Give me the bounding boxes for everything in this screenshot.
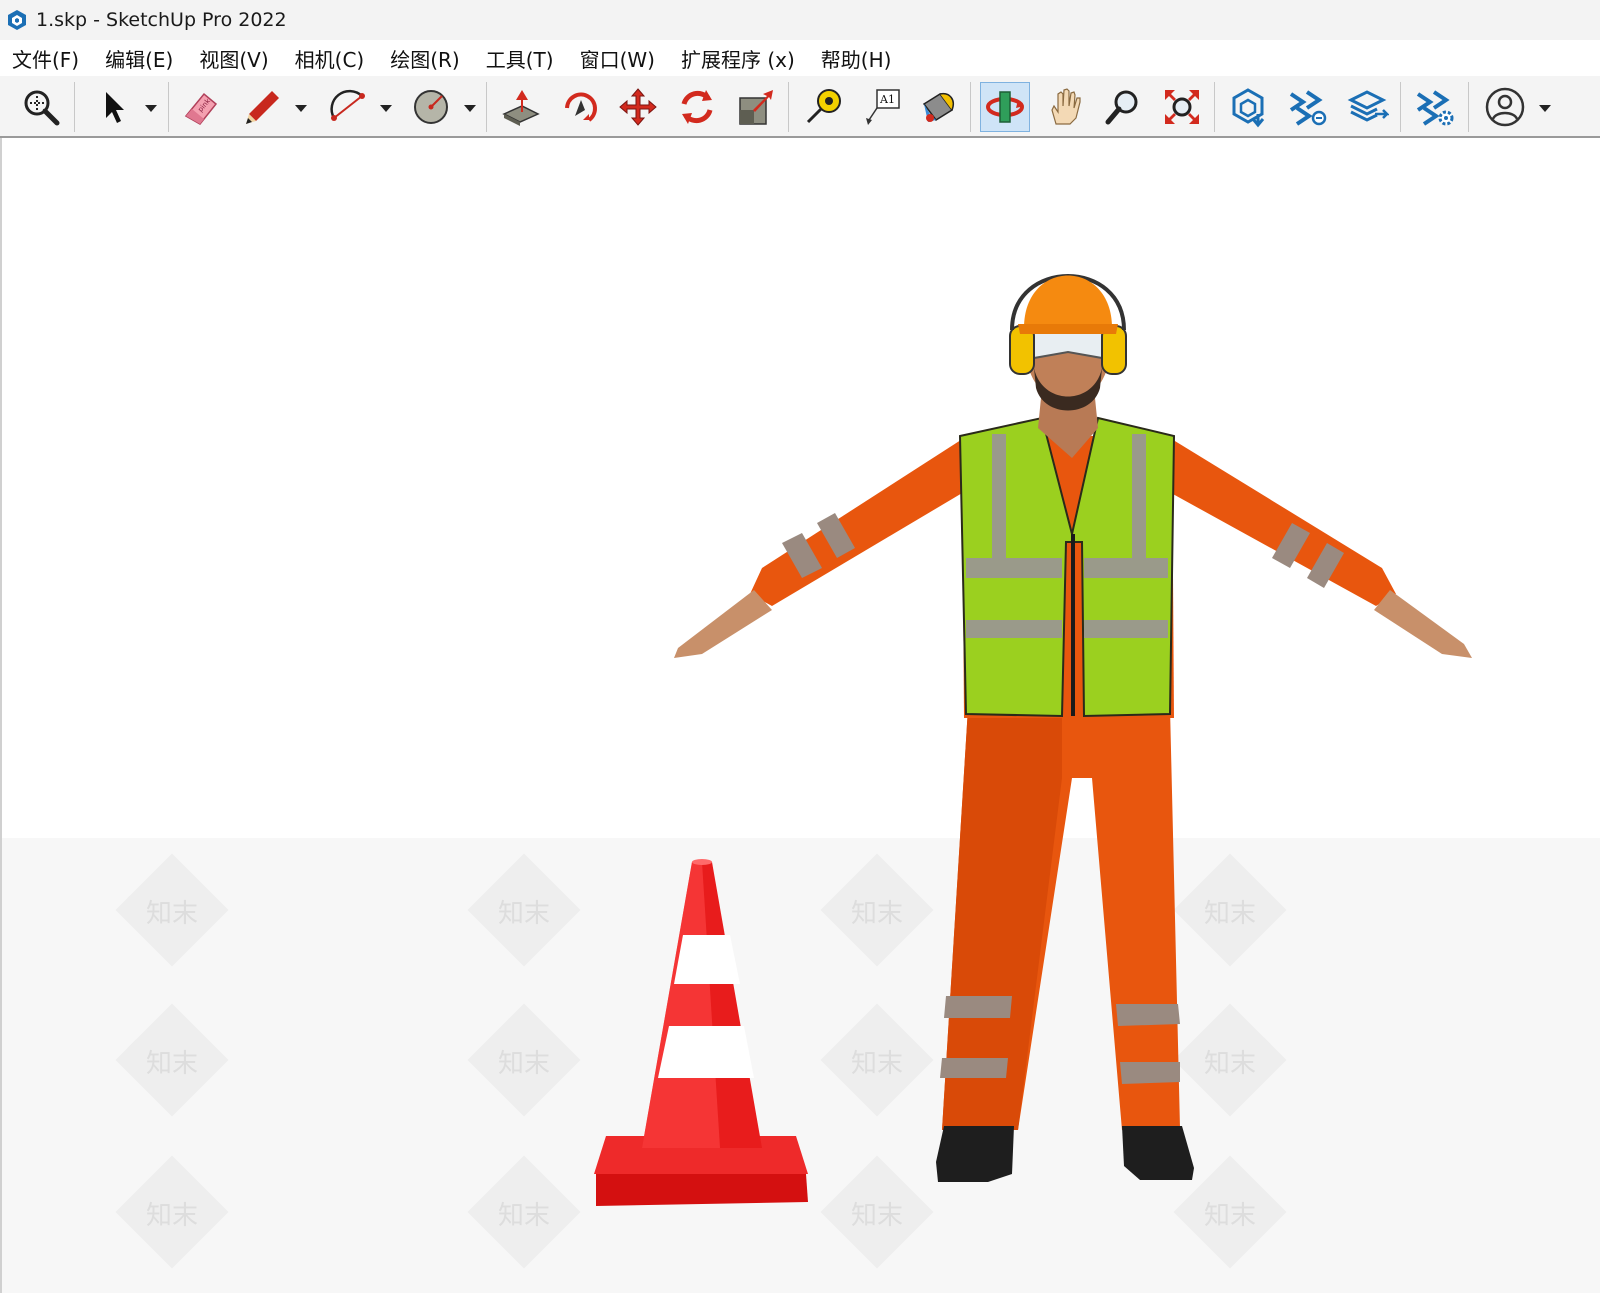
menu-camera[interactable]: 相机(C) [295,44,365,73]
toolbar-separator [486,82,487,132]
tape-measure-icon [806,89,841,124]
toolbar-separator [1400,82,1401,132]
circle-button[interactable] [406,82,456,132]
move-button[interactable] [613,82,663,132]
zoom-extents-button[interactable] [1157,82,1207,132]
sketchup-app-icon [8,10,26,30]
chevron-down-icon [380,105,392,112]
select-button[interactable] [88,82,138,132]
push-pull-button[interactable] [496,82,546,132]
move-icon [619,88,657,126]
menu-file[interactable]: 文件(F) [12,44,79,73]
rotate-icon [681,90,713,124]
rotate-button[interactable] [672,82,722,132]
chevron-down-icon [1539,105,1551,112]
model-viewport[interactable]: 知末 知末 知末 知末 知末 知末 知末 知末 知末 知末 知末 知末 [0,138,1600,1293]
orbit-icon [986,91,1024,123]
paint-bucket-icon [922,92,954,122]
traffic-cone[interactable] [594,859,808,1206]
arc-dropdown-arrow[interactable] [378,100,394,114]
zoom-window-icon [24,90,60,126]
warehouse-button[interactable] [1224,82,1274,132]
circle-icon [414,90,448,124]
eraser-button[interactable]: pink [176,82,226,132]
follow-me-button[interactable] [555,82,605,132]
follow-me-icon [565,92,597,122]
account-button[interactable] [1480,82,1530,132]
extension-warehouse-icon [1289,90,1327,126]
arc-button[interactable] [322,82,372,132]
chevron-down-icon [464,105,476,112]
eraser-icon: pink [184,92,218,125]
menu-edit[interactable]: 编辑(E) [105,44,173,73]
extension-manager-icon [1416,90,1454,126]
paint-bucket-button[interactable] [912,82,962,132]
select-icon [106,92,124,123]
menu-draw[interactable]: 绘图(R) [390,44,460,73]
pencil-dropdown-arrow[interactable] [293,100,309,114]
text-icon: A1 [866,89,900,125]
scale-button[interactable] [731,82,781,132]
toolbar-separator [1214,82,1215,132]
scale-icon [739,90,773,125]
zoom-window-button[interactable] [16,82,66,132]
menu-help[interactable]: 帮助(H) [821,44,892,73]
chevron-down-icon [145,105,157,112]
menu-view[interactable]: 视图(V) [199,44,268,73]
circle-dropdown-arrow[interactable] [462,100,478,114]
orbit-button[interactable] [980,82,1030,132]
account-dropdown-arrow[interactable] [1537,100,1553,114]
layout-send-button[interactable] [1343,82,1393,132]
zoom-icon [1105,90,1138,125]
tape-measure-button[interactable] [798,82,848,132]
pencil-icon [246,91,279,124]
menu-window[interactable]: 窗口(W) [580,44,655,73]
toolbar-separator [1468,82,1469,132]
pan-icon [1051,88,1081,125]
warehouse-icon [1232,88,1265,128]
arc-icon [330,89,365,121]
zoom-extents-icon [1165,90,1199,124]
toolbar-separator [74,82,75,132]
window-title: 1.skp - SketchUp Pro 2022 [36,9,287,31]
extension-warehouse-button[interactable] [1283,82,1333,132]
text-tool-label: A1 [879,93,895,106]
chevron-down-icon [295,105,307,112]
account-icon [1485,87,1525,127]
menu-bar: 文件(F) 编辑(E) 视图(V) 相机(C) 绘图(R) 工具(T) 窗口(W… [0,40,1600,76]
construction-worker[interactable] [674,274,1472,1183]
pan-button[interactable] [1040,82,1090,132]
extension-manager-button[interactable] [1410,82,1460,132]
toolbar-separator [970,82,971,132]
menu-extensions[interactable]: 扩展程序 (x) [681,44,795,73]
title-bar: 1.skp - SketchUp Pro 2022 [0,0,1600,40]
push-pull-icon [502,90,540,126]
text-button[interactable]: A1 [857,82,907,132]
toolbar-separator [788,82,789,132]
toolbar-separator [168,82,169,132]
zoom-button[interactable] [1098,82,1148,132]
pencil-button[interactable] [238,82,288,132]
scene-canvas [594,274,1472,1206]
menu-tools[interactable]: 工具(T) [486,44,554,73]
toolbar: pink A1 [0,76,1600,138]
select-dropdown-arrow[interactable] [143,100,159,114]
layout-send-icon [1347,90,1389,122]
